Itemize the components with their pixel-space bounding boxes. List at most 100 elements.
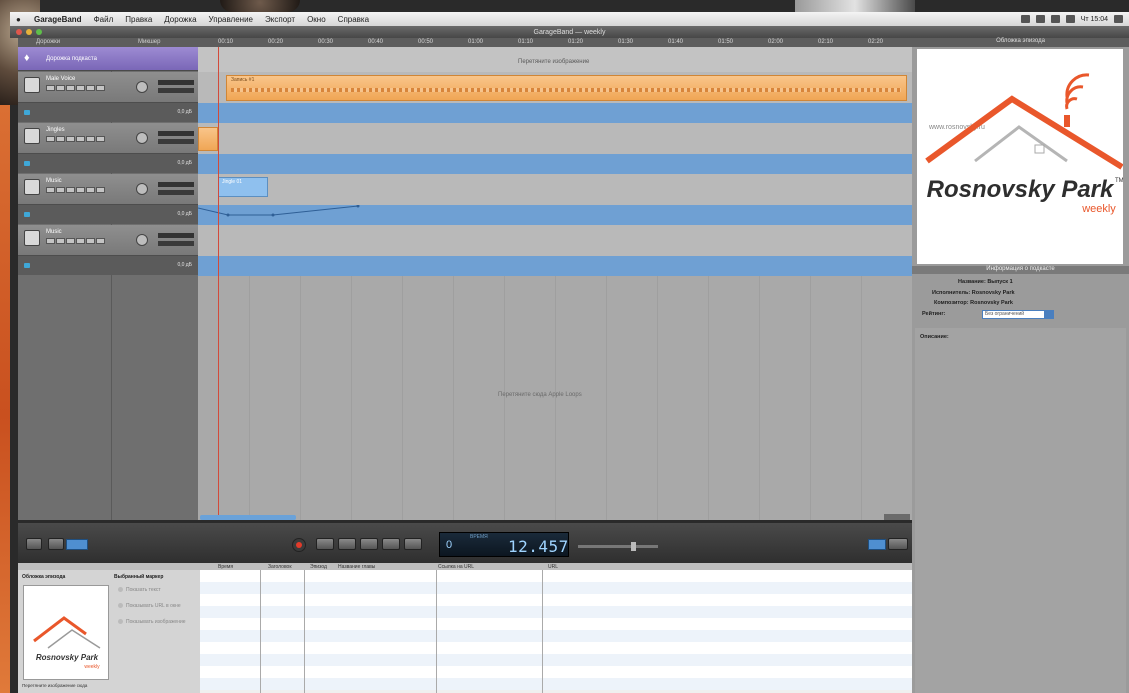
track-header-podcast[interactable]: ♦ Дорожка подкаста xyxy=(18,47,198,71)
description-area[interactable] xyxy=(915,328,1126,693)
master-volume-knob[interactable] xyxy=(631,542,636,551)
cycle-button[interactable] xyxy=(404,538,422,550)
pan-knob[interactable] xyxy=(136,132,148,144)
track-editor-button[interactable] xyxy=(48,538,64,550)
record-button[interactable] xyxy=(292,538,306,552)
automation-button[interactable] xyxy=(86,187,95,193)
automation-button[interactable] xyxy=(86,85,95,91)
close-window-icon[interactable] xyxy=(16,29,22,35)
go-to-start-button[interactable] xyxy=(316,538,334,550)
record-enable-button[interactable] xyxy=(46,136,55,142)
play-button[interactable] xyxy=(360,538,378,550)
horizontal-scrollbar[interactable] xyxy=(200,515,296,520)
menu-edit[interactable]: Правка xyxy=(119,15,158,24)
dropbox-icon[interactable] xyxy=(1020,15,1030,23)
arrangement-area[interactable]: Перетяните изображение Запись #1 Jingle … xyxy=(198,47,912,520)
automation-button[interactable] xyxy=(86,136,95,142)
volume-slider[interactable] xyxy=(158,182,194,187)
table-row[interactable] xyxy=(200,630,912,642)
pan-knob[interactable] xyxy=(136,234,148,246)
automation-button[interactable] xyxy=(86,238,95,244)
table-row[interactable] xyxy=(200,666,912,678)
solo-button[interactable] xyxy=(66,136,75,142)
automation-icon[interactable] xyxy=(24,161,30,166)
solo-button[interactable] xyxy=(66,187,75,193)
menu-window[interactable]: Окно xyxy=(301,15,332,24)
volume-slider[interactable] xyxy=(158,233,194,238)
wifi-icon[interactable] xyxy=(1035,15,1045,23)
volume-icon[interactable] xyxy=(1050,15,1060,23)
volume-slider[interactable] xyxy=(158,131,194,136)
pan-knob[interactable] xyxy=(136,81,148,93)
lock-button[interactable] xyxy=(76,85,85,91)
jingles-lane[interactable] xyxy=(198,123,912,154)
record-enable-button[interactable] xyxy=(46,85,55,91)
rewind-button[interactable] xyxy=(338,538,356,550)
voice-automation-lane[interactable] xyxy=(198,103,912,123)
monitor-button[interactable] xyxy=(96,238,105,244)
solo-button[interactable] xyxy=(66,238,75,244)
table-row[interactable] xyxy=(200,606,912,618)
automation-icon[interactable] xyxy=(24,212,30,217)
menu-share[interactable]: Экспорт xyxy=(259,15,301,24)
mute-button[interactable] xyxy=(56,136,65,142)
master-volume-slider[interactable] xyxy=(578,545,658,548)
music-2-automation-lane[interactable] xyxy=(198,256,912,276)
record-enable-button[interactable] xyxy=(46,238,55,244)
music-region[interactable]: Jingle 01 xyxy=(218,177,268,197)
marker-option[interactable]: Показывать изображение xyxy=(118,619,186,625)
record-enable-button[interactable] xyxy=(46,187,55,193)
track-header-music-2[interactable]: Music 0,0 дБ xyxy=(18,225,198,275)
marker-option[interactable]: Показать текст xyxy=(118,587,161,593)
add-track-button[interactable] xyxy=(26,538,42,550)
media-browser-button[interactable] xyxy=(868,539,886,550)
mute-button[interactable] xyxy=(56,187,65,193)
marker-option[interactable]: Показывать URL в окне xyxy=(118,603,181,609)
track-header-voice[interactable]: Male Voice 0,0 дБ xyxy=(18,72,198,122)
track-header-jingles[interactable]: Jingles 0,0 дБ xyxy=(18,123,198,173)
table-row[interactable] xyxy=(200,642,912,654)
tracks-column-header[interactable]: Дорожки xyxy=(36,39,60,45)
episode-artwork-well[interactable]: Rosnovsky Park weekly xyxy=(23,585,109,680)
volume-slider[interactable] xyxy=(158,80,194,85)
mixer-column-header[interactable]: Микшер xyxy=(138,39,160,45)
podcast-lane[interactable]: Перетяните изображение xyxy=(198,47,912,72)
voice-region[interactable]: Запись #1 xyxy=(226,75,907,101)
menu-file[interactable]: Файл xyxy=(88,15,120,24)
lcd-display[interactable]: ВРЕМЯ 0 12.457 xyxy=(439,532,569,557)
spotlight-icon[interactable] xyxy=(1114,15,1123,23)
info-button[interactable] xyxy=(888,538,908,550)
mute-button[interactable] xyxy=(56,238,65,244)
zoom-window-icon[interactable] xyxy=(36,29,42,35)
table-row[interactable] xyxy=(200,618,912,630)
apple-menu-icon[interactable]: ● xyxy=(16,15,28,24)
lock-button[interactable] xyxy=(76,136,85,142)
pan-knob[interactable] xyxy=(136,183,148,195)
table-row[interactable] xyxy=(200,582,912,594)
menu-help[interactable]: Справка xyxy=(332,15,375,24)
jingles-automation-lane[interactable] xyxy=(198,154,912,174)
podcast-artwork[interactable]: www.rosnovsky.ru Rosnovsky Park TM weekl… xyxy=(917,49,1124,264)
lock-button[interactable] xyxy=(76,238,85,244)
zoom-control[interactable] xyxy=(884,514,910,520)
menu-app[interactable]: GarageBand xyxy=(28,15,88,24)
monitor-button[interactable] xyxy=(96,136,105,142)
table-row[interactable] xyxy=(200,594,912,606)
table-row[interactable] xyxy=(200,570,912,582)
menu-track[interactable]: Дорожка xyxy=(158,15,202,24)
fast-forward-button[interactable] xyxy=(382,538,400,550)
automation-icon[interactable] xyxy=(24,110,30,115)
monitor-button[interactable] xyxy=(96,187,105,193)
volume-curve[interactable] xyxy=(198,204,912,225)
minimize-window-icon[interactable] xyxy=(26,29,32,35)
playhead[interactable] xyxy=(218,47,219,520)
clock[interactable]: Чт 15:04 xyxy=(1081,16,1108,23)
monitor-button[interactable] xyxy=(96,85,105,91)
solo-button[interactable] xyxy=(66,85,75,91)
chevron-down-icon[interactable] xyxy=(1044,311,1053,318)
music-2-lane[interactable] xyxy=(198,225,912,256)
music-automation-lane[interactable] xyxy=(198,204,912,225)
automation-icon[interactable] xyxy=(24,263,30,268)
mute-button[interactable] xyxy=(56,85,65,91)
jingle-region[interactable] xyxy=(198,127,218,151)
